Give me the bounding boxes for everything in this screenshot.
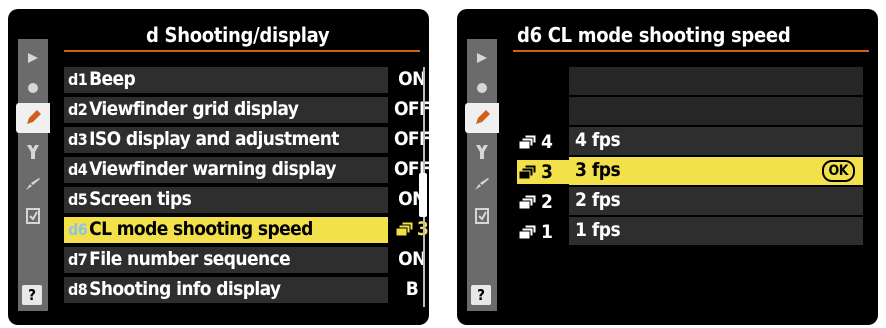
option-icon-group: 2 (519, 190, 569, 214)
menu-item-label: d7 File number sequence (68, 248, 291, 270)
help-icon[interactable]: ? (22, 285, 42, 305)
menu-item-label: d5 Screen tips (68, 188, 192, 210)
menu-item-code: d5 (68, 190, 88, 209)
title-underline (64, 50, 420, 52)
menu-item-text: Viewfinder warning display (89, 158, 336, 180)
continuous-low-icon (395, 221, 414, 237)
option-label: 4 fps (575, 129, 621, 151)
speed-option-2[interactable]: 2 2 fps (519, 187, 863, 215)
my-menu-icon[interactable] (467, 201, 497, 231)
menu-item-code: d1 (68, 70, 88, 89)
menu-item-label: d4 Viewfinder warning display (68, 158, 337, 180)
menu-item-code: d8 (68, 280, 88, 299)
menu-item-d7[interactable]: d7 File number sequence ON (64, 247, 426, 273)
speed-option-3[interactable]: 3 3 fps OK (517, 157, 863, 185)
continuous-low-icon (519, 134, 537, 150)
option-label: 2 fps (575, 189, 621, 211)
option-bar: 4 fps (569, 127, 863, 155)
continuous-low-icon (519, 164, 537, 180)
menu-item-value-text: ON (398, 248, 426, 270)
setup-wrench-icon[interactable] (18, 137, 48, 167)
custom-settings-pencil-icon[interactable] (16, 103, 50, 133)
menu-item-text: ISO display and adjustment (89, 128, 339, 150)
menu-item-d8[interactable]: d8 Shooting info display B (64, 277, 419, 303)
menu-item-d1[interactable]: d1 Beep ON (64, 67, 426, 93)
menu-sidebar: ? (16, 39, 50, 311)
menu-item-code: d7 (68, 250, 88, 269)
menu-item-label: d6 CL mode shooting speed (68, 218, 313, 240)
custom-settings-menu-screen: ? d Shooting/display d1 Beep ON d2 Viewfinde… (8, 9, 429, 325)
option-number: 4 (541, 131, 553, 153)
retouch-brush-icon[interactable] (467, 169, 497, 199)
setup-wrench-icon[interactable] (467, 137, 497, 167)
shooting-menu-icon[interactable] (18, 73, 48, 103)
menu-item-text: CL mode shooting speed (89, 218, 313, 240)
menu-item-value-text: B (405, 278, 419, 300)
menu-item-text: Screen tips (89, 188, 192, 210)
speed-option-1[interactable]: 1 1 fps (519, 217, 863, 245)
option-bar: 1 fps (569, 217, 863, 245)
shooting-menu-icon[interactable] (467, 73, 497, 103)
option-icon-group: 3 (517, 160, 569, 184)
option-number: 1 (541, 221, 553, 243)
menu-item-code: d2 (68, 100, 88, 119)
menu-item-value-text: ON (398, 68, 426, 90)
menu-item-code: d3 (68, 130, 88, 149)
option-icon-group: 1 (519, 220, 569, 244)
playback-menu-icon[interactable] (18, 43, 48, 73)
continuous-low-icon (519, 194, 537, 210)
retouch-brush-icon[interactable] (18, 169, 48, 199)
menu-item-code: d4 (68, 160, 88, 179)
menu-item-text: Shooting info display (89, 278, 281, 300)
option-label: 3 fps (575, 159, 621, 181)
my-menu-icon[interactable] (18, 201, 48, 231)
menu-item-label: d1 Beep (68, 68, 136, 90)
option-icon-group: 4 (519, 130, 569, 154)
submenu-title: d6 CL mode shooting speed (517, 23, 791, 47)
option-label: 1 fps (575, 219, 621, 241)
menu-sidebar: ? (465, 39, 499, 311)
speed-option-4[interactable]: 4 4 fps (519, 127, 863, 155)
menu-item-text: File number sequence (89, 248, 291, 270)
menu-item-code: d6 (68, 220, 88, 239)
option-bar: 3 fps OK (569, 157, 863, 185)
menu-item-text: Viewfinder grid display (89, 98, 299, 120)
menu-item-d4[interactable]: d4 Viewfinder warning display OFF (64, 157, 429, 183)
menu-item-label: d3 ISO display and adjustment (68, 128, 339, 150)
menu-item-d2[interactable]: d2 Viewfinder grid display OFF (64, 97, 429, 123)
menu-item-d3[interactable]: d3 ISO display and adjustment OFF (64, 127, 429, 153)
option-number: 2 (541, 191, 553, 213)
menu-item-text: Beep (89, 68, 136, 90)
option-number: 3 (541, 161, 553, 183)
cl-speed-submenu-screen: ? d6 CL mode shooting speed 4 4 fps 3 3 fps… (457, 9, 878, 325)
title-underline (513, 50, 869, 52)
ok-button-badge[interactable]: OK (821, 160, 855, 182)
menu-title: d Shooting/display (146, 23, 330, 47)
menu-item-label: d2 Viewfinder grid display (68, 98, 299, 120)
menu-item-d5[interactable]: d5 Screen tips ON (64, 187, 426, 213)
menu-item-label: d8 Shooting info display (68, 278, 281, 300)
continuous-low-icon (519, 224, 537, 240)
empty-row (569, 67, 863, 95)
help-icon[interactable]: ? (471, 285, 491, 305)
menu-item-d6[interactable]: d6CL mode shooting speed3 (64, 217, 429, 243)
scrollbar-thumb[interactable] (419, 173, 427, 217)
option-bar: 2 fps (569, 187, 863, 215)
playback-menu-icon[interactable] (467, 43, 497, 73)
custom-settings-pencil-icon[interactable] (465, 103, 499, 133)
empty-row (569, 97, 863, 125)
